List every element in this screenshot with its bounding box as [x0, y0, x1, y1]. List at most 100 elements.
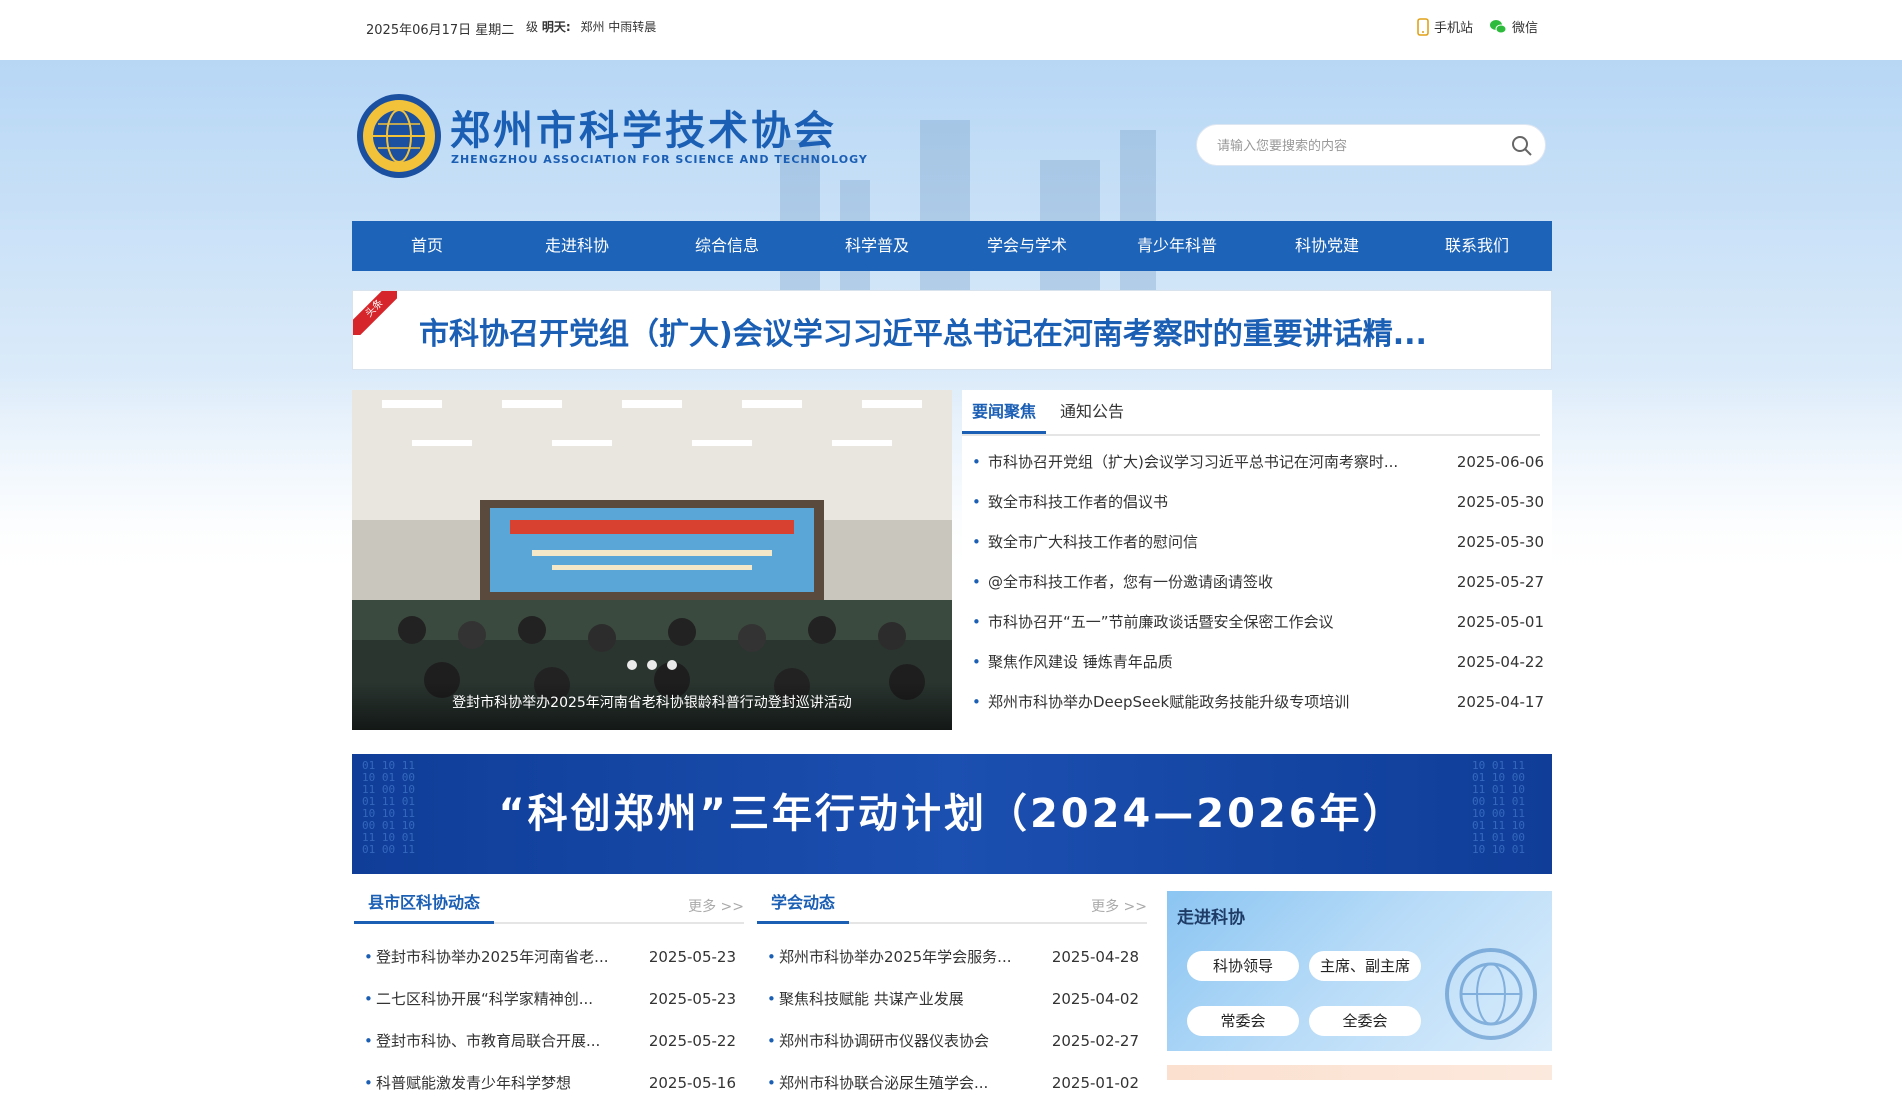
- news-date: 2025-05-23: [648, 948, 736, 966]
- search-box: [1196, 124, 1546, 166]
- news-date: 2025-05-22: [648, 1032, 736, 1050]
- news-title: 二七区科协开展“科学家精神创...: [376, 990, 594, 1008]
- leaders-button[interactable]: 科协领导: [1187, 951, 1299, 981]
- tab-notices[interactable]: 通知公告: [1050, 390, 1134, 434]
- nav-item-science[interactable]: 科学普及: [802, 221, 952, 271]
- plan-banner[interactable]: 01 10 11 10 01 00 11 00 10 01 11 01 10 10 11…: [352, 754, 1552, 874]
- nav-item-academic[interactable]: 学会与学术: [952, 221, 1102, 271]
- search-icon[interactable]: [1511, 135, 1533, 157]
- headline-tag: 头条: [353, 291, 397, 335]
- wechat-link[interactable]: 微信: [1489, 17, 1538, 36]
- about-association-box: 走进科协 科协领导 主席、副主席 常委会 全委会: [1167, 891, 1552, 1051]
- nav-item-home[interactable]: 首页: [352, 221, 502, 271]
- list-item[interactable]: 二七区科协开展“科学家精神创... 2025-05-23: [364, 978, 744, 1020]
- news-title: 郑州市科协举办2025年学会服务...: [779, 948, 1012, 966]
- mobile-phone-icon: [1417, 17, 1429, 36]
- news-date: 2025-04-22: [1456, 653, 1544, 671]
- list-item[interactable]: 郑州市科协举办DeepSeek赋能政务技能升级专项培训 2025-04-17: [972, 682, 1554, 722]
- more-link[interactable]: 更多 >>: [688, 896, 744, 916]
- headline-banner[interactable]: 头条 市科协召开党组（扩大)会议学习习近平总书记在河南考察时的重要讲话精...: [352, 290, 1552, 370]
- nav-item-info[interactable]: 综合信息: [652, 221, 802, 271]
- news-title: @全市科技工作者，您有一份邀请函请签收: [988, 573, 1274, 591]
- mobile-site-link[interactable]: 手机站: [1417, 17, 1473, 36]
- list-item[interactable]: 聚焦科技赋能 共谋产业发展 2025-04-02: [767, 978, 1147, 1020]
- nav-item-youth[interactable]: 青少年科普: [1102, 221, 1252, 271]
- news-date: 2025-05-27: [1456, 573, 1544, 591]
- news-date: 2025-05-30: [1456, 493, 1544, 511]
- news-title: 郑州市科协联合泌尿生殖学会...: [779, 1074, 989, 1092]
- emblem-watermark-icon: [1445, 948, 1537, 1040]
- chairman-button[interactable]: 主席、副主席: [1309, 951, 1421, 981]
- mobile-site-label: 手机站: [1433, 21, 1473, 36]
- list-item[interactable]: 市科协召开党组（扩大)会议学习习近平总书记在河南考察时... 2025-06-06: [972, 442, 1554, 482]
- standing-committee-button[interactable]: 常委会: [1187, 1006, 1299, 1036]
- news-title: 市科协召开“五一”节前廉政谈话暨安全保密工作会议: [988, 613, 1334, 631]
- news-date: 2025-04-28: [1051, 948, 1139, 966]
- photo-slider[interactable]: 登封市科协举办2025年河南省老科协银龄科普行动登封巡讲活动: [352, 390, 952, 730]
- list-item[interactable]: 科普赋能激发青少年科学梦想 2025-05-16: [364, 1062, 744, 1104]
- slider-dot[interactable]: [667, 660, 677, 670]
- next-promo-box[interactable]: [1167, 1065, 1552, 1080]
- slider-dots: [352, 655, 952, 674]
- site-title: 郑州市科学技术协会: [450, 108, 837, 154]
- news-date: 2025-01-02: [1051, 1074, 1139, 1092]
- news-title: 登封市科协举办2025年河南省老...: [376, 948, 609, 966]
- wechat-label: 微信: [1511, 21, 1538, 36]
- top-links: 手机站 微信: [1417, 17, 1538, 36]
- news-title: 科普赋能激发青少年科学梦想: [376, 1074, 572, 1092]
- association-logo: [357, 94, 441, 178]
- list-item[interactable]: 登封市科协举办2025年河南省老... 2025-05-23: [364, 936, 744, 978]
- section-title: 县市区科协动态: [354, 884, 495, 924]
- list-item[interactable]: 郑州市科协举办2025年学会服务... 2025-04-28: [767, 936, 1147, 978]
- list-item[interactable]: 致全市科技工作者的倡议书 2025-05-30: [972, 482, 1554, 522]
- list-item[interactable]: 市科协召开“五一”节前廉政谈话暨安全保密工作会议 2025-05-01: [972, 602, 1554, 642]
- news-title: 聚焦作风建设 锤炼青年品质: [988, 653, 1173, 671]
- list-item[interactable]: 郑州市科协联合泌尿生殖学会... 2025-01-02: [767, 1062, 1147, 1104]
- society-news-section: 学会动态 更多 >> 郑州市科协举办2025年学会服务... 2025-04-28…: [757, 884, 1147, 1104]
- list-item[interactable]: 聚焦作风建设 锤炼青年品质 2025-04-22: [972, 642, 1554, 682]
- nav-item-contact[interactable]: 联系我们: [1402, 221, 1552, 271]
- headline-ribbon: 头条: [353, 291, 397, 335]
- slider-dot[interactable]: [647, 660, 657, 670]
- nav-item-about[interactable]: 走进科协: [502, 221, 652, 271]
- list-item[interactable]: 致全市广大科技工作者的慰问信 2025-05-30: [972, 522, 1554, 562]
- news-title: 登封市科协、市教育局联合开展...: [376, 1032, 601, 1050]
- news-date: 2025-06-06: [1456, 453, 1544, 471]
- list-item[interactable]: 登封市科协、市教育局联合开展... 2025-05-22: [364, 1020, 744, 1062]
- list-item[interactable]: 郑州市科协调研市仪器仪表协会 2025-02-27: [767, 1020, 1147, 1062]
- search-input[interactable]: [1215, 135, 1495, 157]
- news-title: 郑州市科协举办DeepSeek赋能政务技能升级专项培训: [988, 693, 1350, 711]
- news-tabs: 要闻聚焦 通知公告: [962, 390, 1540, 436]
- news-date: 2025-05-23: [648, 990, 736, 1008]
- wechat-icon: [1489, 19, 1507, 33]
- slider-dot[interactable]: [627, 660, 637, 670]
- news-title: 致全市科技工作者的倡议书: [988, 493, 1169, 511]
- main-nav: 首页 走进科协 综合信息 科学普及 学会与学术 青少年科普 科协党建 联系我们: [352, 221, 1552, 271]
- news-list: 市科协召开党组（扩大)会议学习习近平总书记在河南考察时... 2025-06-06…: [972, 442, 1554, 722]
- more-link[interactable]: 更多 >>: [1091, 896, 1147, 916]
- county-news-list: 登封市科协举办2025年河南省老... 2025-05-23 二七区科协开展“科学…: [364, 936, 744, 1104]
- county-news-section: 县市区科协动态 更多 >> 登封市科协举办2025年河南省老... 2025-05…: [354, 884, 744, 1104]
- headline-text[interactable]: 市科协召开党组（扩大)会议学习习近平总书记在河南考察时的重要讲话精...: [419, 309, 1427, 353]
- top-bar: 2025年06月17日 星期二 级 明天: 郑州 中雨转晨 手机站 微信: [0, 0, 1902, 60]
- nav-item-party[interactable]: 科协党建: [1252, 221, 1402, 271]
- section-header: 学会动态 更多 >>: [757, 884, 1147, 924]
- full-committee-button[interactable]: 全委会: [1309, 1006, 1421, 1036]
- tab-news-focus[interactable]: 要闻聚焦: [962, 390, 1047, 434]
- weather-value: 郑州 中雨转晨: [580, 20, 657, 34]
- society-news-list: 郑州市科协举办2025年学会服务... 2025-04-28 聚焦科技赋能 共谋产…: [767, 936, 1147, 1104]
- slide-caption[interactable]: 登封市科协举办2025年河南省老科协银龄科普行动登封巡讲活动: [352, 682, 952, 730]
- weather-info: 级 明天: 郑州 中雨转晨: [526, 18, 656, 35]
- news-panel: 要闻聚焦 通知公告 市科协召开党组（扩大)会议学习习近平总书记在河南考察时...…: [962, 390, 1552, 730]
- news-date: 2025-02-27: [1051, 1032, 1139, 1050]
- news-date: 2025-05-01: [1456, 613, 1544, 631]
- news-title: 致全市广大科技工作者的慰问信: [988, 533, 1199, 551]
- news-date: 2025-04-02: [1051, 990, 1139, 1008]
- news-date: 2025-04-17: [1456, 693, 1544, 711]
- current-date: 2025年06月17日 星期二: [366, 23, 515, 38]
- news-title: 市科协召开党组（扩大)会议学习习近平总书记在河南考察时...: [988, 453, 1399, 471]
- plan-banner-text: “科创郑州”三年行动计划（2024—2026年）: [498, 791, 1406, 837]
- news-date: 2025-05-16: [648, 1074, 736, 1092]
- list-item[interactable]: @全市科技工作者，您有一份邀请函请签收 2025-05-27: [972, 562, 1554, 602]
- news-title: 郑州市科协调研市仪器仪表协会: [779, 1032, 990, 1050]
